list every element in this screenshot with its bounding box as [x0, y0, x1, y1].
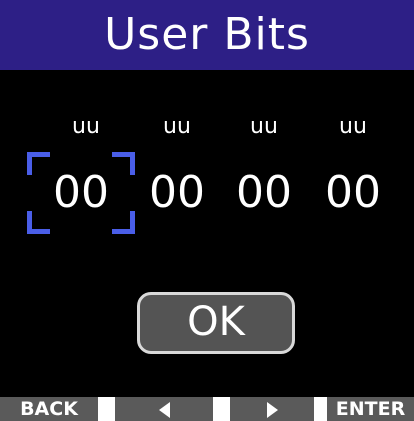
user-bits-field-2[interactable]: 00	[132, 163, 222, 223]
field-label-2: uu	[163, 114, 191, 139]
right-button[interactable]	[230, 397, 314, 421]
user-bits-field-1[interactable]: 00	[36, 163, 126, 223]
left-button[interactable]	[115, 397, 213, 421]
user-bits-field-3[interactable]: 00	[219, 163, 309, 223]
title-bar: User Bits	[0, 0, 414, 70]
field-label-3: uu	[250, 114, 278, 139]
user-bits-screen: User Bits uu uu uu uu 00 00 00 00 OK BAC…	[0, 0, 414, 421]
back-button[interactable]: BACK	[0, 397, 98, 421]
user-bits-editor: uu uu uu uu 00 00 00 00 OK	[0, 70, 414, 397]
function-button-bar: BACK ENTER	[0, 397, 414, 421]
field-label-4: uu	[339, 114, 367, 139]
field-label-1: uu	[72, 114, 100, 139]
enter-button[interactable]: ENTER	[327, 397, 414, 421]
ok-button[interactable]: OK	[137, 292, 295, 354]
left-arrow-icon	[158, 401, 170, 418]
page-title: User Bits	[104, 9, 310, 60]
right-arrow-icon	[266, 401, 278, 418]
user-bits-field-4[interactable]: 00	[308, 163, 398, 223]
